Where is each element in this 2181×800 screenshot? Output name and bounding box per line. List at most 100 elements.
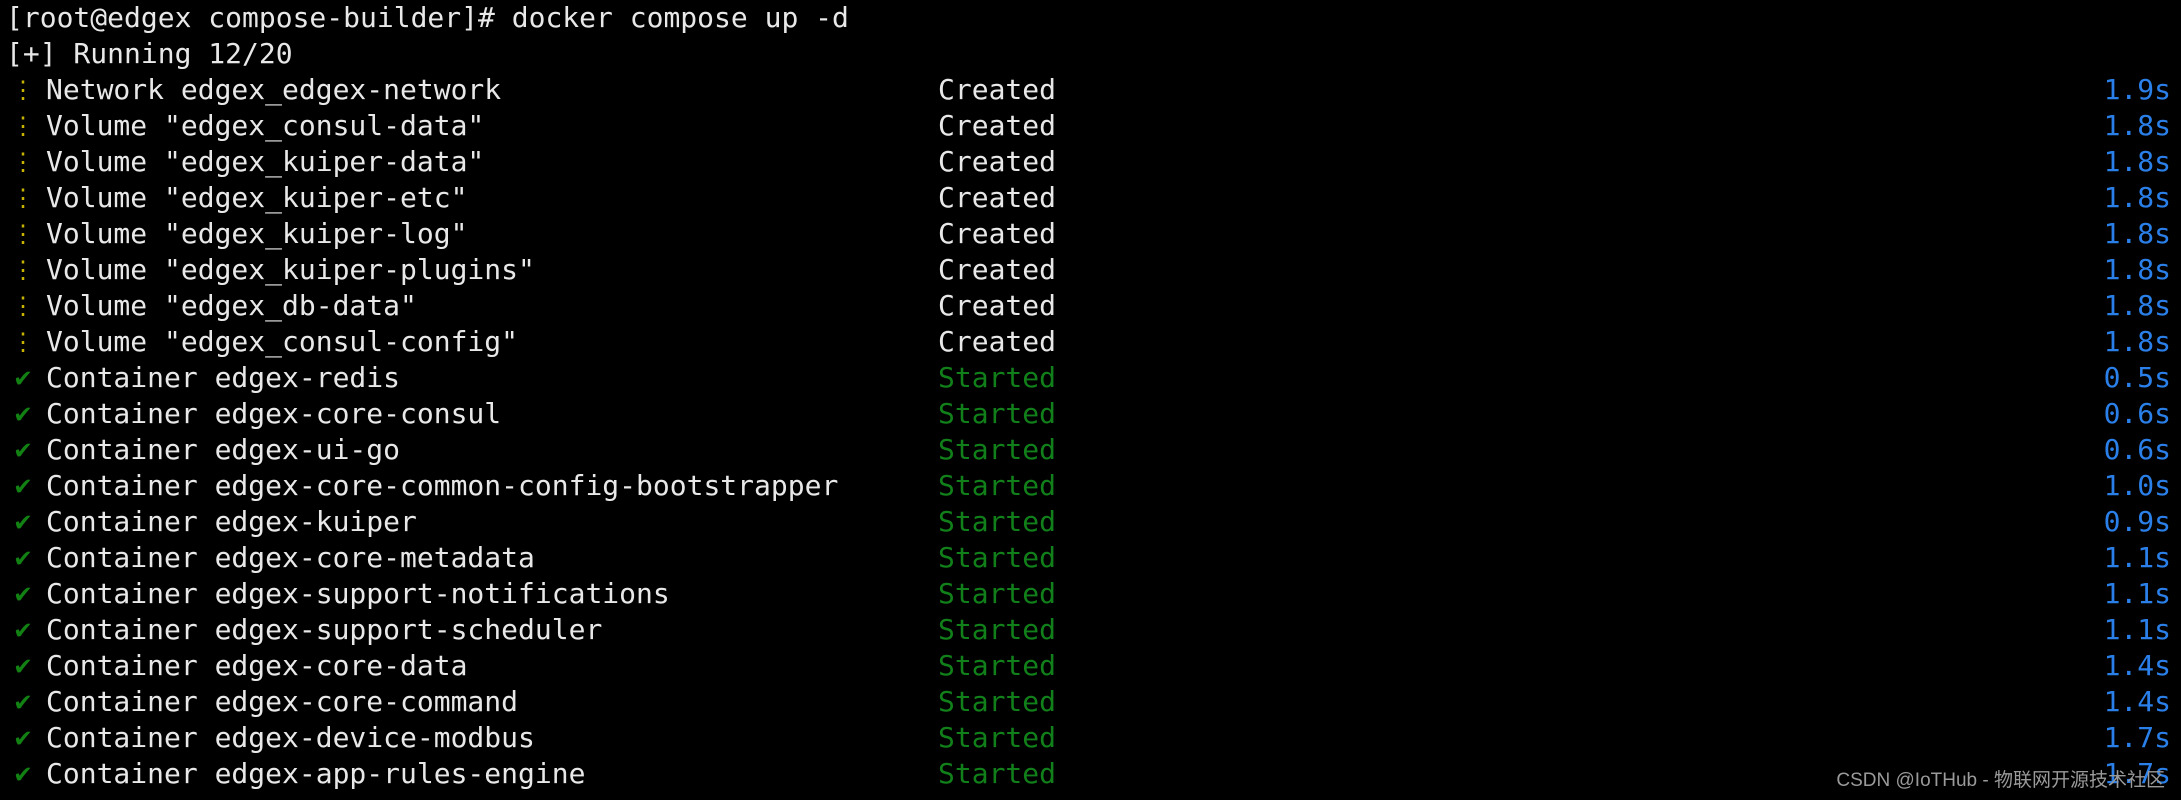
resource-elapsed-time: 1.8s: [2103, 145, 2171, 178]
resource-elapsed-time: 0.6s: [2103, 397, 2171, 430]
resource-elapsed-time: 1.8s: [2103, 217, 2171, 250]
resource-name: Container edgex-device-modbus: [46, 721, 535, 754]
resource-name: Volume "edgex_kuiper-etc": [46, 181, 468, 214]
resource-elapsed-time: 1.8s: [2103, 109, 2171, 142]
shell-prompt-line: [root@edgex compose-builder]# docker com…: [6, 1, 849, 34]
resource-status: Created: [938, 217, 1057, 250]
resource-status: Started: [938, 757, 1057, 790]
checkmark-icon: ✔: [14, 758, 32, 789]
resource-elapsed-time: 1.1s: [2103, 577, 2171, 610]
vertical-ellipsis-icon: ⋮: [11, 148, 35, 176]
compose-resource-row: ✔ Container edgex-ui-go Started 0.6s: [0, 432, 2181, 468]
resource-name: Container edgex-ui-go: [46, 433, 401, 466]
compose-resource-row: ✔ Container edgex-core-data Started 1.4s: [0, 648, 2181, 684]
resource-name: Container edgex-core-metadata: [46, 541, 535, 574]
compose-resource-row: ⋮ Volume "edgex_kuiper-etc" Created 1.8s: [0, 180, 2181, 216]
resource-name: Container edgex-app-rules-engine: [46, 757, 586, 790]
vertical-ellipsis-icon: ⋮: [11, 220, 35, 248]
checkmark-icon: ✔: [14, 722, 32, 753]
resource-elapsed-time: 0.6s: [2103, 433, 2171, 466]
resource-name: Container edgex-core-data: [46, 649, 468, 682]
compose-resource-row: ⋮ Volume "edgex_consul-data" Created 1.8s: [0, 108, 2181, 144]
compose-resource-row: ⋮ Volume "edgex_kuiper-data" Created 1.8s: [0, 144, 2181, 180]
resource-name: Volume "edgex_kuiper-log": [46, 217, 468, 250]
resource-elapsed-time: 1.7s: [2103, 757, 2171, 790]
compose-resource-row: ✔ Container edgex-device-modbus Started 1.7…: [0, 720, 2181, 756]
checkmark-icon: ✔: [14, 362, 32, 393]
resource-status: Started: [938, 361, 1057, 394]
resource-elapsed-time: 0.5s: [2103, 361, 2171, 394]
checkmark-icon: ✔: [14, 614, 32, 645]
compose-resource-row: ✔ Container edgex-support-notifications St…: [0, 576, 2181, 612]
resource-status: Created: [938, 109, 1057, 142]
vertical-ellipsis-icon: ⋮: [11, 328, 35, 356]
checkmark-icon: ✔: [14, 650, 32, 681]
resource-name: Container edgex-core-common-config-boots…: [46, 469, 839, 502]
resource-name: Network edgex_edgex-network: [46, 73, 502, 106]
compose-resource-row: ✔ Container edgex-core-command Started 1.4s: [0, 684, 2181, 720]
resource-status: Started: [938, 721, 1057, 754]
compose-resource-row: ✔ Container edgex-core-common-config-boot…: [0, 468, 2181, 504]
resource-status: Created: [938, 73, 1057, 106]
resource-elapsed-time: 1.4s: [2103, 649, 2171, 682]
resource-name: Volume "edgex_kuiper-data": [46, 145, 485, 178]
checkmark-icon: ✔: [14, 506, 32, 537]
resource-name: Volume "edgex_consul-data": [46, 109, 485, 142]
vertical-ellipsis-icon: ⋮: [11, 256, 35, 284]
resource-status: Created: [938, 145, 1057, 178]
resource-status: Started: [938, 649, 1057, 682]
compose-resource-row: ✔ Container edgex-redis Started 0.5s: [0, 360, 2181, 396]
resource-elapsed-time: 1.0s: [2103, 469, 2171, 502]
resource-status: Started: [938, 685, 1057, 718]
resource-elapsed-time: 1.4s: [2103, 685, 2171, 718]
resource-elapsed-time: 1.8s: [2103, 325, 2171, 358]
checkmark-icon: ✔: [14, 398, 32, 429]
checkmark-icon: ✔: [14, 470, 32, 501]
checkmark-icon: ✔: [14, 542, 32, 573]
resource-status: Started: [938, 433, 1057, 466]
resource-status: Created: [938, 325, 1057, 358]
resource-name: Volume "edgex_kuiper-plugins": [46, 253, 535, 286]
resource-name: Container edgex-support-scheduler: [46, 613, 603, 646]
checkmark-icon: ✔: [14, 686, 32, 717]
resource-elapsed-time: 1.8s: [2103, 253, 2171, 286]
resource-elapsed-time: 1.9s: [2103, 73, 2171, 106]
compose-resource-row: ✔ Container edgex-core-metadata Started 1.1…: [0, 540, 2181, 576]
resource-status: Started: [938, 397, 1057, 430]
resource-name: Container edgex-support-notifications: [46, 577, 670, 610]
resource-status: Started: [938, 541, 1057, 574]
resource-name: Container edgex-core-command: [46, 685, 519, 718]
resource-name: Volume "edgex_db-data": [46, 289, 417, 322]
compose-resource-row: ⋮ Volume "edgex_consul-config" Created 1.8s: [0, 324, 2181, 360]
terminal-window[interactable]: [root@edgex compose-builder]# docker com…: [0, 0, 2181, 800]
resource-name: Container edgex-redis: [46, 361, 401, 394]
compose-running-summary: [+] Running 12/20: [6, 37, 293, 70]
vertical-ellipsis-icon: ⋮: [11, 76, 35, 104]
vertical-ellipsis-icon: ⋮: [11, 112, 35, 140]
resource-elapsed-time: 1.1s: [2103, 613, 2171, 646]
resource-elapsed-time: 1.8s: [2103, 181, 2171, 214]
resource-elapsed-time: 1.7s: [2103, 721, 2171, 754]
resource-status: Started: [938, 577, 1057, 610]
vertical-ellipsis-icon: ⋮: [11, 184, 35, 212]
resource-status: Created: [938, 289, 1057, 322]
resource-elapsed-time: 0.9s: [2103, 505, 2171, 538]
compose-resource-row: ✔ Container edgex-app-rules-engine Started…: [0, 756, 2181, 792]
resource-name: Container edgex-core-consul: [46, 397, 502, 430]
resource-elapsed-time: 1.1s: [2103, 541, 2171, 574]
resource-status: Started: [938, 613, 1057, 646]
checkmark-icon: ✔: [14, 578, 32, 609]
resource-elapsed-time: 1.8s: [2103, 289, 2171, 322]
compose-resource-row: ⋮ Volume "edgex_db-data" Created 1.8s: [0, 288, 2181, 324]
compose-resource-row: ⋮ Volume "edgex_kuiper-log" Created 1.8s: [0, 216, 2181, 252]
resource-status: Started: [938, 469, 1057, 502]
resource-status: Created: [938, 253, 1057, 286]
compose-resource-row: ⋮ Network edgex_edgex-network Created 1.9s: [0, 72, 2181, 108]
vertical-ellipsis-icon: ⋮: [11, 292, 35, 320]
compose-resource-row: ⋮ Volume "edgex_kuiper-plugins" Created 1.8…: [0, 252, 2181, 288]
resource-name: Container edgex-kuiper: [46, 505, 417, 538]
resource-status: Started: [938, 505, 1057, 538]
compose-resource-row: ✔ Container edgex-core-consul Started 0.6s: [0, 396, 2181, 432]
compose-resource-row: ✔ Container edgex-kuiper Started 0.9s: [0, 504, 2181, 540]
resource-status: Created: [938, 181, 1057, 214]
